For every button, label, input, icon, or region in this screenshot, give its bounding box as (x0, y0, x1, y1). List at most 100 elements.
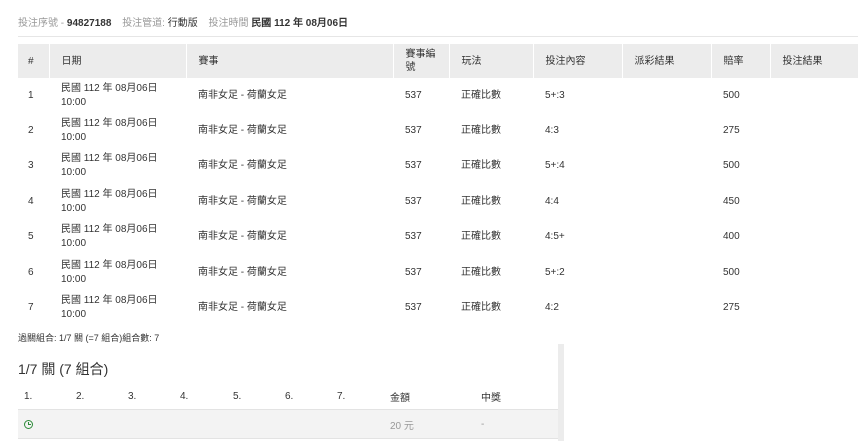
header-divider (18, 36, 858, 37)
ticket-meta: 投注序號 - 94827188 投注管道: 行動版 投注時間 民國 112 年 … (18, 14, 349, 29)
cell-result (770, 78, 858, 113)
cell-odds: 400 (723, 231, 740, 243)
combo-col-1: 1. (24, 391, 33, 402)
cell-match: 南非女足 - 荷蘭女足 (198, 89, 287, 101)
cell-no: 3 (28, 160, 34, 172)
serial-value: 94827188 (66, 18, 112, 29)
cell-payout (622, 290, 711, 325)
cell-date-time: 10:00 (61, 96, 87, 108)
cell-result (770, 113, 858, 148)
col-header-no: # (18, 44, 50, 78)
time-value: 民國 112 年 08月06日 (251, 18, 349, 29)
cell-type: 正確比數 (461, 266, 501, 278)
cell-type: 正確比數 (461, 125, 501, 137)
cell-content: 5+:4 (545, 160, 565, 172)
cell-payout (622, 78, 711, 113)
cell-date-time: 10:00 (61, 132, 87, 144)
combo-col-win: 中獎 (481, 393, 501, 404)
cell-result (770, 184, 858, 219)
combo-row: 20 元 - (18, 410, 558, 439)
col-header-code: 賽事編號 (393, 44, 450, 78)
cell-code: 537 (405, 231, 422, 243)
cell-result (770, 220, 858, 255)
col-header-odds: 賠率 (711, 44, 771, 78)
cell-odds: 500 (723, 266, 740, 278)
cell-result (770, 149, 858, 184)
cell-type: 正確比數 (461, 195, 501, 207)
col-header-date: 日期 (49, 44, 187, 78)
cell-content: 4:3 (545, 125, 559, 137)
combo-col-4: 4. (180, 391, 189, 402)
cell-date: 民國 112 年 08月06日 10:00 (49, 220, 186, 255)
cell-no: 6 (28, 266, 34, 278)
serial-label: 投注序號 (18, 18, 58, 29)
combo-win: - (481, 418, 485, 430)
serial-separator: - (60, 18, 65, 29)
combo-col-7: 7. (337, 391, 346, 402)
combo-col-amount: 金額 (390, 393, 410, 404)
cell-content: 5+:2 (545, 266, 565, 278)
bets-table: # 日期 賽事 賽事編號 玩法 投注內容 派彩結果 賠率 投注結果 1 民國 11… (18, 44, 858, 326)
cell-match: 南非女足 - 荷蘭女足 (198, 231, 287, 243)
cell-date: 民國 112 年 08月06日 10:00 (49, 290, 186, 325)
table-row: 3 民國 112 年 08月06日 10:00 南非女足 - 荷蘭女足 537 正確比數 5… (18, 149, 858, 184)
cell-match: 南非女足 - 荷蘭女足 (198, 302, 287, 314)
cell-payout (622, 220, 711, 255)
cell-content: 4:5+ (545, 231, 565, 243)
cell-match: 南非女足 - 荷蘭女足 (198, 266, 287, 278)
cell-payout (622, 255, 711, 290)
cell-no: 5 (28, 231, 34, 243)
combo-col-6: 6. (285, 391, 294, 402)
cell-odds: 450 (723, 195, 740, 207)
combo-col-5: 5. (233, 391, 242, 402)
cell-odds: 275 (723, 302, 740, 314)
cell-match: 南非女足 - 荷蘭女足 (198, 195, 287, 207)
cell-type: 正確比數 (461, 231, 501, 243)
cell-result (770, 255, 858, 290)
cell-type: 正確比數 (461, 89, 501, 101)
cell-odds: 500 (723, 160, 740, 172)
col-header-content: 投注內容 (533, 44, 623, 78)
combo-title: 1/7 關 (7 組合) (18, 361, 109, 377)
combo-panel: 1/7 關 (7 組合) 1. 2. 3. 4. 5. 6. 7. 金額 中獎 … (18, 344, 564, 441)
table-row: 5 民國 112 年 08月06日 10:00 南非女足 - 荷蘭女足 537 正確比數 4… (18, 220, 858, 255)
table-row: 6 民國 112 年 08月06日 10:00 南非女足 - 荷蘭女足 537 正確比數 5… (18, 255, 858, 290)
channel-value: 行動版 (167, 18, 198, 29)
cell-date-day: 民國 112 年 08月06日 (61, 295, 158, 307)
cell-payout (622, 113, 711, 148)
cell-odds: 500 (723, 89, 740, 101)
table-row: 2 民國 112 年 08月06日 10:00 南非女足 - 荷蘭女足 537 正確比數 4… (18, 113, 858, 148)
cell-date-time: 10:00 (61, 202, 87, 214)
cell-result (770, 290, 858, 325)
table-row: 1 民國 112 年 08月06日 10:00 南非女足 - 荷蘭女足 537 正確比數 5… (18, 78, 858, 113)
cell-payout (622, 184, 711, 219)
cell-odds: 275 (723, 125, 740, 137)
table-row: 7 民國 112 年 08月06日 10:00 南非女足 - 荷蘭女足 537 正確比數 4… (18, 290, 858, 325)
cell-date-day: 民國 112 年 08月06日 (61, 224, 158, 236)
channel-label: 投注管道: (122, 18, 165, 29)
cell-code: 537 (405, 195, 422, 207)
cell-date: 民國 112 年 08月06日 10:00 (49, 78, 186, 113)
clock-icon (24, 419, 33, 429)
cell-match: 南非女足 - 荷蘭女足 (198, 125, 287, 137)
cell-code: 537 (405, 302, 422, 314)
cell-code: 537 (405, 160, 422, 172)
cell-code: 537 (405, 89, 422, 101)
cell-code: 537 (405, 125, 422, 137)
combo-col-3: 3. (128, 391, 137, 402)
time-label: 投注時間 (208, 18, 249, 29)
cell-date-time: 10:00 (61, 238, 87, 250)
cell-date-time: 10:00 (61, 273, 87, 285)
cell-type: 正確比數 (461, 160, 501, 172)
cell-content: 4:2 (545, 302, 559, 314)
cell-date-day: 民國 112 年 08月06日 (61, 153, 158, 165)
cell-date: 民國 112 年 08月06日 10:00 (49, 184, 186, 219)
combo-summary: 過關組合: 1/7 關 (=7 組合)組合數: 7 (18, 333, 160, 343)
table-row: 4 民國 112 年 08月06日 10:00 南非女足 - 荷蘭女足 537 正確比數 4… (18, 184, 858, 219)
cell-no: 2 (28, 125, 34, 137)
cell-code: 537 (405, 266, 422, 278)
col-header-type: 玩法 (449, 44, 534, 78)
cell-date: 民國 112 年 08月06日 10:00 (49, 113, 186, 148)
table-header-row: # 日期 賽事 賽事編號 玩法 投注內容 派彩結果 賠率 投注結果 (18, 44, 858, 78)
cell-payout (622, 149, 711, 184)
